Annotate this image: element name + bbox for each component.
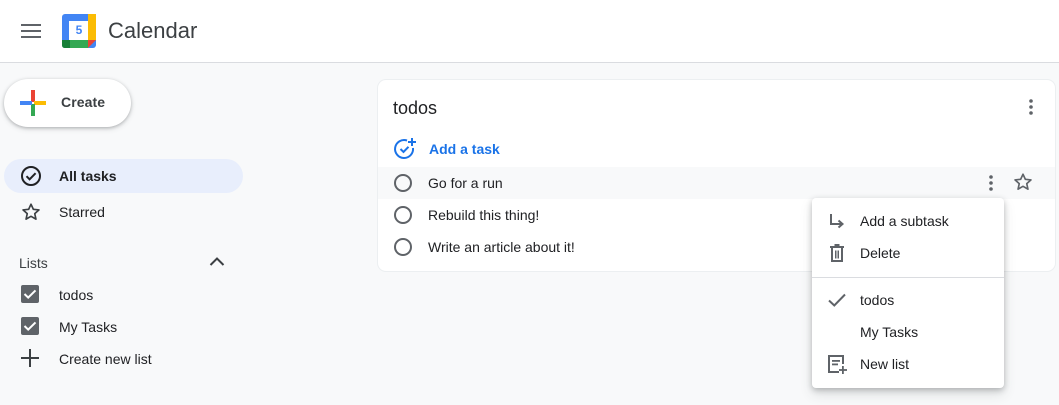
task-row[interactable]: Go for a run: [378, 167, 1055, 199]
nav-all-tasks[interactable]: All tasks: [4, 159, 243, 193]
top-app-bar: 5 Calendar: [0, 0, 1059, 63]
nav-all-tasks-label: All tasks: [59, 168, 117, 184]
subtask-arrow-icon: [830, 214, 845, 229]
checked-checkbox-icon[interactable]: [20, 284, 40, 304]
create-button-label: Create: [61, 94, 106, 110]
create-new-list-label: Create new list: [59, 351, 152, 367]
add-task-label: Add a task: [429, 141, 500, 157]
list-item-my-tasks[interactable]: My Tasks: [4, 311, 243, 341]
app-title: Calendar: [108, 18, 198, 43]
more-vert-icon[interactable]: [981, 172, 1001, 194]
lists-heading: Lists: [19, 255, 48, 271]
create-new-list-button[interactable]: Create new list: [4, 343, 243, 373]
menu-add-subtask[interactable]: Add a subtask: [812, 205, 1004, 237]
task-title[interactable]: Go for a run: [428, 175, 503, 191]
nav-starred-label: Starred: [59, 204, 105, 220]
menu-divider: [812, 277, 1004, 278]
list-title: todos: [393, 98, 438, 118]
menu-item-label: todos: [860, 292, 895, 308]
menu-item-label: New list: [860, 356, 910, 372]
task-title[interactable]: Write an article about it!: [428, 239, 575, 255]
task-complete-checkbox[interactable]: [394, 238, 412, 256]
menu-delete[interactable]: Delete: [812, 237, 1004, 269]
task-complete-checkbox[interactable]: [394, 206, 412, 224]
hamburger-menu-icon: [21, 24, 41, 38]
list-item-label: todos: [59, 287, 94, 303]
task-complete-checkbox[interactable]: [394, 174, 412, 192]
add-task-button[interactable]: Add a task: [393, 137, 593, 161]
nav-starred[interactable]: Starred: [4, 195, 243, 229]
list-item-label: My Tasks: [59, 319, 118, 335]
check-icon: [828, 293, 846, 307]
list-item-todos[interactable]: todos: [4, 279, 243, 309]
task-options-menu: Add a subtask Delete todos My Tasks New …: [812, 198, 1004, 388]
calendar-logo-day: 5: [75, 23, 83, 37]
checked-checkbox-icon[interactable]: [20, 316, 40, 336]
create-button[interactable]: Create: [4, 79, 131, 127]
menu-move-to-todos[interactable]: todos: [812, 284, 1004, 316]
menu-item-label: Delete: [860, 245, 901, 261]
menu-item-label: Add a subtask: [860, 213, 949, 229]
more-vert-icon[interactable]: [1021, 97, 1041, 117]
menu-move-to-my-tasks[interactable]: My Tasks: [812, 316, 1004, 348]
calendar-logo[interactable]: 5: [62, 14, 96, 48]
main-menu-button[interactable]: [12, 12, 50, 50]
menu-new-list[interactable]: New list: [812, 348, 1004, 380]
menu-item-label: My Tasks: [860, 324, 919, 340]
chevron-up-icon[interactable]: [207, 252, 227, 272]
create-plus-icon: [20, 90, 46, 116]
star-icon[interactable]: [1012, 171, 1034, 193]
task-title[interactable]: Rebuild this thing!: [428, 207, 539, 223]
lists-section-header[interactable]: Lists: [19, 252, 231, 274]
star-icon: [22, 203, 40, 220]
add-task-icon: [394, 138, 416, 159]
plus-icon: [21, 349, 39, 367]
trash-icon: [830, 244, 844, 262]
new-list-icon: [828, 355, 847, 374]
check-circle-icon: [21, 166, 41, 186]
